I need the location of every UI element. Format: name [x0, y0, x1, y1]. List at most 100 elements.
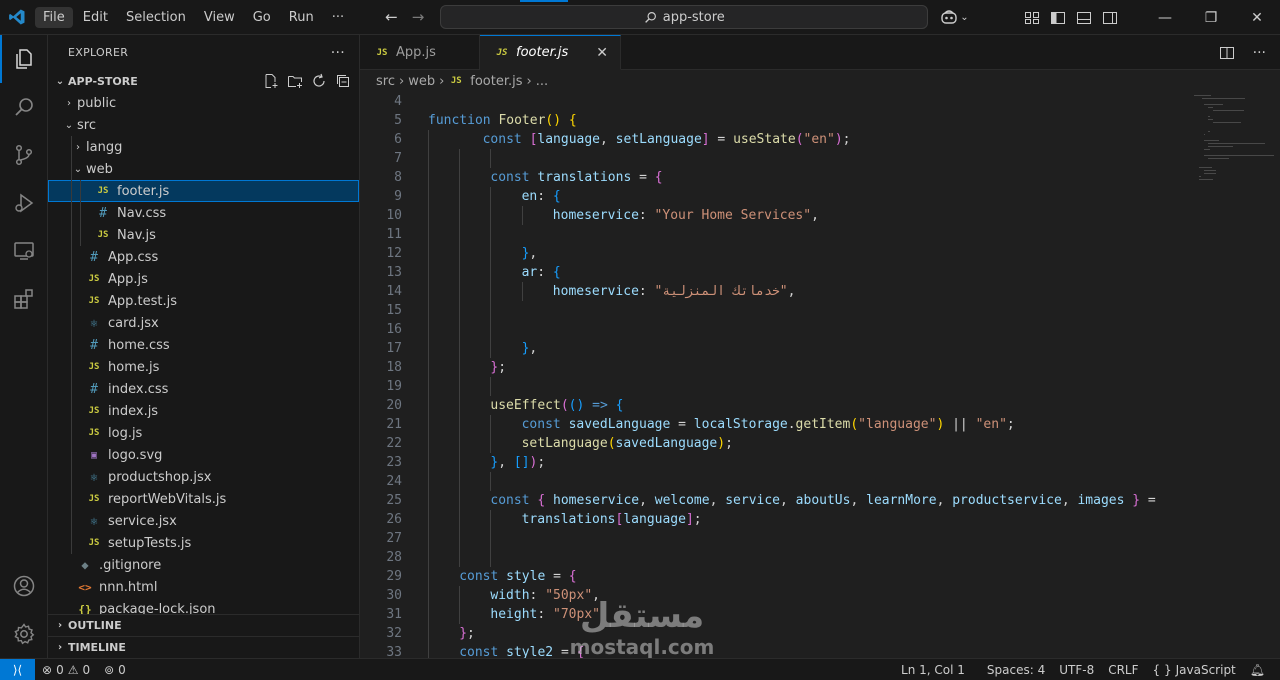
split-editor-icon[interactable] — [1219, 45, 1235, 61]
editor-area: JS App.js JS footer.js ✕ ··· src › web ›… — [360, 35, 1280, 658]
menu-edit[interactable]: Edit — [75, 7, 116, 28]
encoding[interactable]: UTF-8 — [1052, 663, 1101, 677]
folder-item[interactable]: › langg — [48, 136, 359, 158]
line-ending[interactable]: CRLF — [1101, 663, 1145, 677]
notifications-icon[interactable]: 🔔︎ — [1243, 663, 1272, 677]
toggle-primary-sidebar-icon[interactable] — [1050, 10, 1066, 26]
settings-gear-icon[interactable] — [0, 610, 48, 658]
command-center-search[interactable]: app-store — [440, 5, 929, 29]
breadcrumb-src[interactable]: src — [376, 74, 395, 89]
folder-item[interactable]: ⌄ web — [48, 158, 359, 180]
source-control-icon[interactable] — [0, 131, 48, 179]
file-item[interactable]: ◆ .gitignore — [48, 554, 359, 576]
file-item[interactable]: ▣ logo.svg — [48, 444, 359, 466]
language-mode[interactable]: { } JavaScript — [1146, 663, 1243, 677]
breadcrumb-web[interactable]: web — [408, 74, 435, 89]
file-item[interactable]: ⚛ productshop.jsx — [48, 466, 359, 488]
cursor-position[interactable]: Ln 1, Col 1 — [894, 663, 972, 677]
run-debug-icon[interactable] — [0, 179, 48, 227]
code-token: ; — [842, 132, 851, 147]
folder-item[interactable]: ⌄ src — [48, 114, 359, 136]
file-tree: › public ⌄ src › langg ⌄ web JS footer.js # Nav.css… — [48, 92, 359, 620]
file-item[interactable]: <> nnn.html — [48, 576, 359, 598]
extensions-icon[interactable] — [0, 275, 48, 323]
menu-selection[interactable]: Selection — [118, 7, 194, 28]
file-item[interactable]: JS reportWebVitals.js — [48, 488, 359, 510]
remote-indicator-icon[interactable]: ⟩⟨ — [0, 658, 35, 680]
indent-guide — [459, 244, 461, 263]
new-file-icon[interactable] — [263, 73, 279, 89]
toggle-secondary-sidebar-icon[interactable] — [1102, 10, 1118, 26]
line-number: 16 — [386, 322, 402, 337]
indent-guide — [428, 586, 429, 605]
file-item[interactable]: # index.css — [48, 378, 359, 400]
file-item[interactable]: ⚛ card.jsx — [48, 312, 359, 334]
file-item[interactable]: JS home.js — [48, 356, 359, 378]
timeline-section[interactable]: › TIMELINE — [48, 636, 359, 658]
code-text: }, — [522, 246, 538, 261]
breadcrumb-symbol[interactable]: ... — [536, 74, 548, 89]
folder-item[interactable]: › public — [48, 92, 359, 114]
indent-guide — [459, 225, 461, 244]
code-token: ( — [795, 132, 804, 147]
tab-app-js[interactable]: JS App.js — [360, 35, 480, 70]
code-line: 4 — [360, 92, 1190, 111]
explorer-icon[interactable] — [0, 35, 48, 83]
copilot-button[interactable]: ⌄ — [940, 9, 969, 25]
customize-layout-icon[interactable] — [1024, 10, 1040, 26]
file-item[interactable]: # home.css — [48, 334, 359, 356]
close-window-icon[interactable]: ✕ — [1234, 0, 1280, 35]
chevron-down-icon: ⌄ — [55, 75, 65, 87]
refresh-icon[interactable] — [311, 73, 327, 89]
menu-run[interactable]: Run — [281, 7, 322, 28]
file-item[interactable]: ⚛ service.jsx — [48, 510, 359, 532]
line-number: 10 — [386, 208, 402, 223]
line-number: 23 — [386, 455, 402, 470]
file-item[interactable]: JS index.js — [48, 400, 359, 422]
more-actions-icon[interactable]: ··· — [1253, 45, 1266, 61]
minimap[interactable] — [1194, 92, 1274, 212]
close-icon[interactable]: ✕ — [596, 45, 608, 61]
menu-go[interactable]: Go — [245, 7, 279, 28]
search-icon[interactable] — [0, 83, 48, 131]
explorer-header: EXPLORER ··· — [48, 35, 359, 70]
code-token: homeservice — [552, 284, 639, 299]
code-line: 10 homeservice: "Your Home Services", — [360, 206, 1190, 225]
restore-icon[interactable]: ❐ — [1188, 0, 1234, 35]
workspace-root[interactable]: ⌄ APP-STORE — [48, 70, 359, 92]
code-token: ; — [498, 360, 507, 375]
file-item[interactable]: # App.css — [48, 246, 359, 268]
toggle-panel-icon[interactable] — [1076, 10, 1092, 26]
outline-section[interactable]: › OUTLINE — [48, 614, 359, 636]
code-token: const — [490, 170, 538, 185]
menu-view[interactable]: View — [196, 7, 243, 28]
explorer-more-button[interactable]: ··· — [331, 45, 345, 61]
line-number: 9 — [394, 189, 402, 204]
menu-file[interactable]: File — [35, 6, 73, 28]
file-item[interactable]: JS setupTests.js — [48, 532, 359, 554]
file-item[interactable]: JS App.test.js — [48, 290, 359, 312]
collapse-all-icon[interactable] — [335, 73, 351, 89]
forward-arrow-icon[interactable]: → — [412, 8, 425, 26]
indent-guide — [490, 548, 492, 567]
code-token: || — [944, 417, 976, 432]
js-file-icon: JS — [97, 186, 109, 196]
file-item[interactable]: JS footer.js — [48, 180, 359, 202]
file-item[interactable]: JS App.js — [48, 268, 359, 290]
back-arrow-icon[interactable]: ← — [385, 8, 398, 26]
account-icon[interactable] — [0, 562, 48, 610]
file-item[interactable]: JS Nav.js — [48, 224, 359, 246]
ports-indicator[interactable]: ⊚ 0 — [97, 663, 133, 677]
new-folder-icon[interactable] — [287, 73, 303, 89]
remote-explorer-icon[interactable] — [0, 227, 48, 275]
code-line: 15 — [360, 301, 1190, 320]
breadcrumb-file[interactable]: footer.js — [470, 74, 522, 89]
minimize-icon[interactable]: — — [1142, 0, 1188, 35]
menu-more[interactable]: ··· — [324, 7, 352, 28]
tab-footer-js[interactable]: JS footer.js ✕ — [480, 35, 621, 70]
problems-indicator[interactable]: ⊗ 0 ⚠ 0 — [35, 663, 97, 677]
file-item[interactable]: JS log.js — [48, 422, 359, 444]
file-item[interactable]: # Nav.css — [48, 202, 359, 224]
code-editor[interactable]: 4 5 function Footer() {6 const [language, s… — [360, 92, 1190, 658]
indentation[interactable]: Spaces: 4 — [980, 663, 1052, 677]
